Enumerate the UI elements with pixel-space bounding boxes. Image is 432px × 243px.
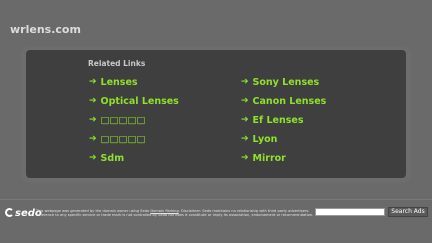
search-ads-button[interactable]: Search Ads [388, 207, 428, 217]
arrow-right-icon: ➔ [89, 115, 97, 125]
footer [0, 199, 432, 243]
link-sdm[interactable]: ➔ Sdm [89, 152, 124, 164]
arrow-right-icon: ➔ [89, 134, 97, 144]
link-label: Lyon [252, 133, 278, 145]
link-unrendered-2[interactable]: ➔ □□□□□ [89, 133, 145, 145]
link-label: Mirror [252, 152, 286, 164]
link-label: Sony Lenses [252, 76, 320, 88]
arrow-right-icon: ➔ [241, 115, 249, 125]
link-unrendered-1[interactable]: ➔ □□□□□ [89, 114, 145, 126]
link-label: Canon Lenses [252, 95, 327, 107]
link-label: Sdm [100, 152, 125, 164]
link-label: Ef Lenses [252, 114, 304, 126]
disclaimer-part1: This webpage was generated by the domain… [36, 209, 151, 213]
link-ef-lenses[interactable]: ➔ Ef Lenses [241, 114, 304, 126]
link-sony-lenses[interactable]: ➔ Sony Lenses [241, 76, 319, 88]
link-label: Optical Lenses [100, 95, 179, 107]
link-label: □□□□□ [100, 114, 146, 126]
disclaimer-text: This webpage was generated by the domain… [36, 209, 316, 218]
arrow-right-icon: ➔ [89, 153, 97, 163]
arrow-right-icon: ➔ [241, 77, 249, 87]
domain-parking-link[interactable]: Domain Parking [150, 209, 178, 213]
arrow-right-icon: ➔ [241, 96, 249, 106]
related-links-panel-inner [26, 50, 406, 178]
search-ads-input[interactable] [315, 208, 385, 216]
link-lenses[interactable]: ➔ Lenses [89, 76, 138, 88]
arrow-right-icon: ➔ [89, 96, 97, 106]
link-canon-lenses[interactable]: ➔ Canon Lenses [241, 95, 326, 107]
link-lyon[interactable]: ➔ Lyon [241, 133, 277, 145]
arrow-right-icon: ➔ [89, 77, 97, 87]
link-optical-lenses[interactable]: ➔ Optical Lenses [89, 95, 179, 107]
related-links-heading: Related Links [88, 59, 146, 68]
link-label: Lenses [100, 76, 138, 88]
arrow-right-icon: ➔ [241, 153, 249, 163]
link-mirror[interactable]: ➔ Mirror [241, 152, 286, 164]
arrow-right-icon: ➔ [241, 134, 249, 144]
site-title: wrlens.com [10, 23, 81, 36]
related-links-panel [21, 47, 411, 183]
sedo-swirl-icon [5, 208, 14, 217]
link-label: □□□□□ [100, 133, 146, 145]
